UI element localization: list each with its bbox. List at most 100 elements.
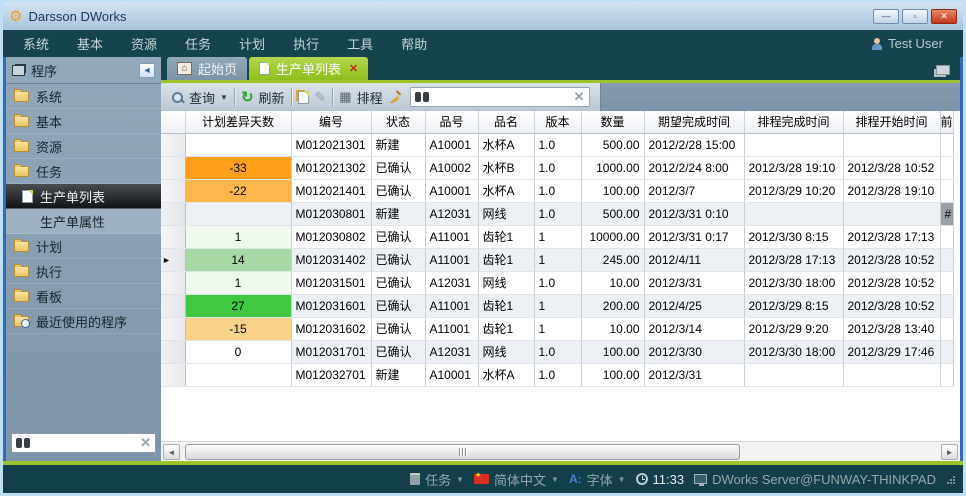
sidebar-item-生产单列表[interactable]: 生产单列表 [6, 184, 161, 209]
cell-item[interactable]: A11001 [425, 225, 478, 248]
cell-extra[interactable] [940, 225, 953, 248]
menu-item-任务[interactable]: 任务 [185, 34, 211, 53]
column-header-no[interactable]: 编号 [291, 111, 371, 133]
minimize-button[interactable]: — [873, 9, 899, 24]
restore-button[interactable]: ▫ [902, 9, 928, 24]
collapse-sidebar-button[interactable]: ◄ [139, 63, 155, 78]
chevron-down-icon[interactable]: ▼ [220, 93, 228, 102]
column-header-diff[interactable]: 计划差异天数 [185, 111, 291, 133]
cell-status[interactable]: 已确认 [371, 317, 425, 340]
cell-status[interactable]: 新建 [371, 133, 425, 156]
cell-status[interactable]: 已确认 [371, 340, 425, 363]
cell-due[interactable]: 2012/3/14 [644, 317, 744, 340]
table-row[interactable]: ►14M012031402已确认A11001齿轮11245.002012/4/1… [161, 248, 953, 271]
cell-item[interactable]: A12031 [425, 271, 478, 294]
cell-qty[interactable]: 10.00 [581, 271, 644, 294]
cell-extra[interactable] [940, 271, 953, 294]
cell-status[interactable]: 已确认 [371, 179, 425, 202]
cell-no[interactable]: M012031601 [291, 294, 371, 317]
menu-item-帮助[interactable]: 帮助 [401, 34, 427, 53]
cell-start[interactable]: 2012/3/28 10:52 [843, 294, 940, 317]
cell-no[interactable]: M012030801 [291, 202, 371, 225]
cell-diff[interactable]: -15 [185, 317, 291, 340]
column-header-extra[interactable]: 前 [940, 111, 953, 133]
cell-start[interactable]: 2012/3/28 13:40 [843, 317, 940, 340]
cell-ver[interactable]: 1 [534, 225, 581, 248]
sidebar-item-基本[interactable]: 基本 [6, 109, 161, 134]
sidebar-item-执行[interactable]: 执行 [6, 259, 161, 284]
menu-item-系统[interactable]: 系统 [23, 34, 49, 53]
table-row[interactable]: 0M012031701已确认A12031网线1.0100.002012/3/30… [161, 340, 953, 363]
column-header-due[interactable]: 期望完成时间 [644, 111, 744, 133]
cell-name[interactable]: 水杯A [478, 363, 534, 386]
cell-qty[interactable]: 100.00 [581, 363, 644, 386]
font-menu[interactable]: A: 字体 ▼ [569, 470, 626, 489]
cell-end[interactable]: 2012/3/29 8:15 [744, 294, 843, 317]
cell-diff[interactable]: 1 [185, 271, 291, 294]
cell-start[interactable]: 2012/3/28 19:10 [843, 179, 940, 202]
row-selector[interactable] [161, 294, 185, 317]
table-row[interactable]: -15M012031602已确认A11001齿轮1110.002012/3/14… [161, 317, 953, 340]
row-selector[interactable] [161, 225, 185, 248]
table-search-clear-icon[interactable]: ✕ [574, 89, 585, 105]
cell-status[interactable]: 已确认 [371, 271, 425, 294]
cell-end[interactable] [744, 202, 843, 225]
cell-name[interactable]: 网线 [478, 202, 534, 225]
cell-no[interactable]: M012031501 [291, 271, 371, 294]
cell-end[interactable]: 2012/3/30 18:00 [744, 340, 843, 363]
sidebar-item-资源[interactable]: 资源 [6, 134, 161, 159]
cell-diff[interactable]: -22 [185, 179, 291, 202]
tab-起始页[interactable]: ⌂起始页 [167, 57, 247, 80]
cell-item[interactable]: A12031 [425, 340, 478, 363]
cell-due[interactable]: 2012/3/30 [644, 340, 744, 363]
cell-qty[interactable]: 10.00 [581, 317, 644, 340]
cell-no[interactable]: M012031402 [291, 248, 371, 271]
menu-item-基本[interactable]: 基本 [77, 34, 103, 53]
cell-item[interactable]: A10001 [425, 133, 478, 156]
cell-ver[interactable]: 1 [534, 317, 581, 340]
resize-grip[interactable] [946, 475, 955, 484]
cell-qty[interactable]: 1000.00 [581, 156, 644, 179]
cell-item[interactable]: A10001 [425, 363, 478, 386]
cell-name[interactable]: 水杯A [478, 133, 534, 156]
table-row[interactable]: 27M012031601已确认A11001齿轮11200.002012/4/25… [161, 294, 953, 317]
cell-due[interactable]: 2012/3/31 0:17 [644, 225, 744, 248]
cell-qty[interactable]: 245.00 [581, 248, 644, 271]
cell-due[interactable]: 2012/4/25 [644, 294, 744, 317]
cell-diff[interactable]: 27 [185, 294, 291, 317]
cell-name[interactable]: 齿轮1 [478, 225, 534, 248]
menu-item-计划[interactable]: 计划 [239, 34, 265, 53]
row-selector[interactable] [161, 179, 185, 202]
menu-item-资源[interactable]: 资源 [131, 34, 157, 53]
cell-item[interactable]: A12031 [425, 202, 478, 225]
cell-due[interactable]: 2012/2/24 8:00 [644, 156, 744, 179]
cell-ver[interactable]: 1.0 [534, 133, 581, 156]
cell-name[interactable]: 水杯A [478, 179, 534, 202]
cell-status[interactable]: 新建 [371, 202, 425, 225]
scroll-right-icon[interactable]: ► [941, 444, 958, 460]
cell-status[interactable]: 已确认 [371, 248, 425, 271]
sidebar-item-系统[interactable]: 系统 [6, 84, 161, 109]
horizontal-scrollbar[interactable]: ◄ ► [161, 441, 960, 461]
cell-no[interactable]: M012031602 [291, 317, 371, 340]
cell-no[interactable]: M012032701 [291, 363, 371, 386]
cell-item[interactable]: A10002 [425, 156, 478, 179]
table-row[interactable]: M012032701新建A10001水杯A1.0100.002012/3/31 [161, 363, 953, 386]
cell-ver[interactable]: 1.0 [534, 340, 581, 363]
cell-diff[interactable]: 1 [185, 225, 291, 248]
cell-ver[interactable]: 1.0 [534, 363, 581, 386]
cell-start[interactable]: 2012/3/28 17:13 [843, 225, 940, 248]
menu-item-工具[interactable]: 工具 [347, 34, 373, 53]
tab-list-icon[interactable] [936, 65, 950, 75]
close-tab-icon[interactable]: ✕ [349, 62, 358, 75]
cell-diff[interactable] [185, 202, 291, 225]
column-header-status[interactable]: 状态 [371, 111, 425, 133]
language-menu[interactable]: 简体中文 ▼ [474, 470, 559, 489]
sidebar-item-看板[interactable]: 看板 [6, 284, 161, 309]
sidebar-search-clear-icon[interactable]: ✕ [140, 435, 151, 451]
cell-ver[interactable]: 1.0 [534, 179, 581, 202]
cell-status[interactable]: 已确认 [371, 156, 425, 179]
cell-extra[interactable] [940, 363, 953, 386]
cell-qty[interactable]: 10000.00 [581, 225, 644, 248]
cell-ver[interactable]: 1 [534, 248, 581, 271]
